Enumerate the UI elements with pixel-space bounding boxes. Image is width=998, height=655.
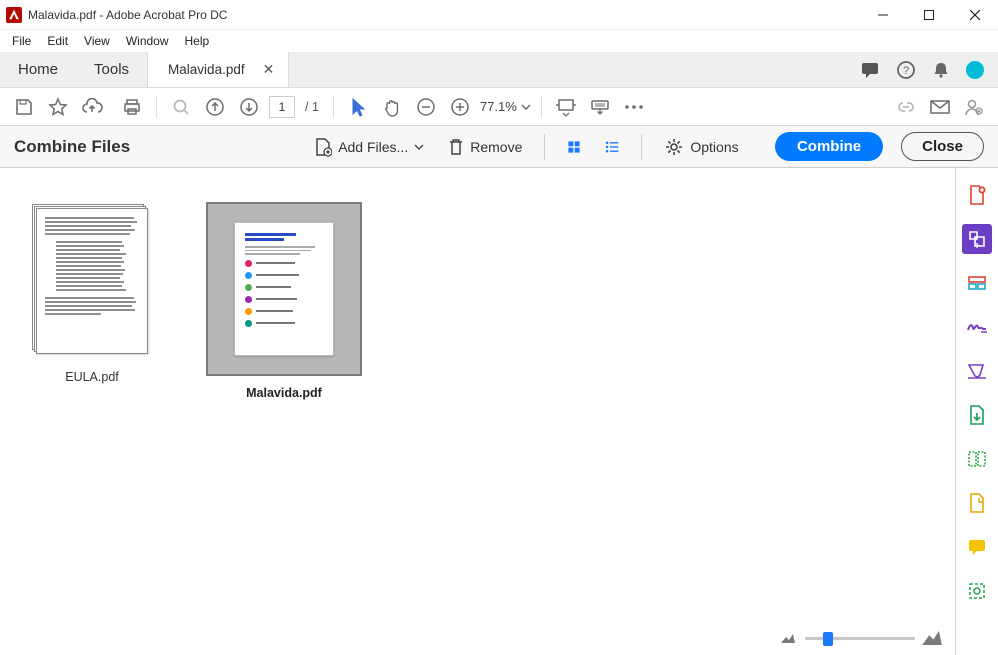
- export-pdf-icon[interactable]: [962, 400, 992, 430]
- menu-file[interactable]: File: [4, 32, 39, 50]
- tab-document-label: Malavida.pdf: [168, 62, 245, 77]
- add-files-button[interactable]: Add Files...: [306, 133, 432, 161]
- comment-icon[interactable]: [860, 61, 880, 79]
- search-icon[interactable]: [167, 93, 195, 121]
- menu-edit[interactable]: Edit: [39, 32, 76, 50]
- file-name: Malavida.pdf: [246, 386, 322, 400]
- file-thumbnail: [36, 208, 148, 354]
- comment-tool-icon[interactable]: [962, 532, 992, 562]
- combine-button[interactable]: Combine: [775, 132, 883, 161]
- cloud-upload-icon[interactable]: [78, 93, 106, 121]
- trash-icon: [448, 137, 464, 157]
- organize-pages-icon[interactable]: [962, 444, 992, 474]
- file-tile-selected[interactable]: Malavida.pdf: [206, 202, 362, 400]
- thumbnail-view-button[interactable]: [559, 133, 589, 161]
- print-icon[interactable]: [118, 93, 146, 121]
- add-files-label: Add Files...: [338, 139, 408, 155]
- zoom-small-icon: [779, 631, 797, 645]
- bell-icon[interactable]: [932, 61, 950, 79]
- save-icon[interactable]: [10, 93, 38, 121]
- more-tools-icon[interactable]: [620, 93, 648, 121]
- send-comments-icon[interactable]: [962, 488, 992, 518]
- zoom-track[interactable]: [805, 637, 915, 640]
- menubar: File Edit View Window Help: [0, 30, 998, 52]
- page-number-input[interactable]: [269, 96, 295, 118]
- file-thumbnail: [234, 222, 334, 356]
- file-name: EULA.pdf: [65, 370, 119, 384]
- share-link-icon[interactable]: [892, 93, 920, 121]
- page-count: / 1: [305, 100, 319, 114]
- tab-document[interactable]: Malavida.pdf ✕: [147, 52, 289, 87]
- main-toolbar: / 1 77.1%: [0, 88, 998, 126]
- select-cursor-icon[interactable]: [344, 93, 372, 121]
- email-icon[interactable]: [926, 93, 954, 121]
- edit-pdf-icon[interactable]: [962, 268, 992, 298]
- gear-icon: [664, 137, 684, 157]
- zoom-in-icon[interactable]: [446, 93, 474, 121]
- add-user-icon[interactable]: [960, 93, 988, 121]
- close-panel-button[interactable]: Close: [901, 132, 984, 161]
- menu-help[interactable]: Help: [177, 32, 218, 50]
- zoom-out-icon[interactable]: [412, 93, 440, 121]
- zoom-handle[interactable]: [823, 632, 833, 646]
- menu-window[interactable]: Window: [118, 32, 177, 50]
- add-file-icon: [314, 137, 332, 157]
- scan-ocr-icon[interactable]: [962, 576, 992, 606]
- remove-label: Remove: [470, 139, 522, 155]
- page-down-icon[interactable]: [235, 93, 263, 121]
- remove-button[interactable]: Remove: [440, 133, 530, 161]
- options-label: Options: [690, 139, 738, 155]
- options-button[interactable]: Options: [656, 133, 746, 161]
- workspace: EULA.pdf Malavida.pdf: [0, 168, 998, 655]
- file-tile[interactable]: EULA.pdf: [30, 202, 154, 384]
- tab-close-icon[interactable]: ✕: [263, 61, 275, 78]
- svg-text:?: ?: [903, 65, 909, 77]
- fill-sign-icon[interactable]: [962, 356, 992, 386]
- tab-tools[interactable]: Tools: [76, 52, 147, 87]
- zoom-level-dropdown[interactable]: 77.1%: [480, 99, 531, 114]
- zoom-level-text: 77.1%: [480, 99, 517, 114]
- create-pdf-icon[interactable]: [962, 180, 992, 210]
- close-window-button[interactable]: [952, 0, 998, 30]
- read-mode-icon[interactable]: [586, 93, 614, 121]
- tab-home[interactable]: Home: [0, 52, 76, 87]
- acrobat-app-icon: [6, 7, 22, 23]
- fit-width-icon[interactable]: [552, 93, 580, 121]
- maximize-button[interactable]: [906, 0, 952, 30]
- combine-files-toolbar: Combine Files Add Files... Remove Option…: [0, 126, 998, 168]
- hand-tool-icon[interactable]: [378, 93, 406, 121]
- help-icon[interactable]: ?: [896, 60, 916, 80]
- zoom-large-icon: [919, 628, 944, 648]
- window-title: Malavida.pdf - Adobe Acrobat Pro DC: [28, 8, 227, 22]
- list-view-button[interactable]: [597, 134, 627, 160]
- tabbar: Home Tools Malavida.pdf ✕ ?: [0, 52, 998, 88]
- chevron-down-icon: [414, 142, 424, 152]
- avatar[interactable]: [966, 61, 984, 79]
- page-up-icon[interactable]: [201, 93, 229, 121]
- files-canvas[interactable]: EULA.pdf Malavida.pdf: [0, 168, 956, 655]
- thumbnail-zoom-slider[interactable]: [779, 631, 941, 645]
- minimize-button[interactable]: [860, 0, 906, 30]
- sign-icon[interactable]: [962, 312, 992, 342]
- window-titlebar: Malavida.pdf - Adobe Acrobat Pro DC: [0, 0, 998, 30]
- combine-title: Combine Files: [14, 137, 130, 157]
- star-icon[interactable]: [44, 93, 72, 121]
- combine-files-icon[interactable]: [962, 224, 992, 254]
- menu-view[interactable]: View: [76, 32, 118, 50]
- tools-side-panel: [956, 168, 998, 655]
